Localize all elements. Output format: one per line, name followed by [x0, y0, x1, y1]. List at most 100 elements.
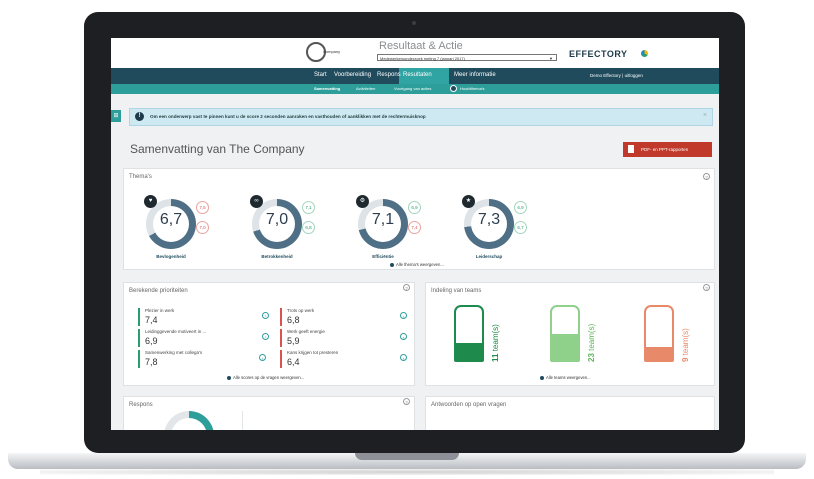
chevron-down-icon: ▼	[549, 56, 553, 61]
theme-gauge[interactable]: 6,7 ♥ 7,5 7,0 Bevlogenheid	[144, 195, 216, 261]
show-all-scores-link[interactable]: Alle scores op de vragen weergeven...	[227, 375, 304, 380]
pdf-icon	[628, 145, 634, 153]
team-label-text: 23 team(s)	[587, 324, 596, 362]
app-header: Company Resultaat & Actie Medewerkersond…	[111, 38, 719, 68]
theme-gauge[interactable]: 7,1 ⚙ 6,9 7,4 Efficiëntie	[356, 195, 428, 261]
gauge-label: Bevlogenheid	[156, 254, 186, 259]
leadership-icon: ★	[462, 195, 475, 208]
subnav-hoofdthemas[interactable]: Hoofdthema's	[460, 86, 485, 91]
priority-value: 6,8	[287, 315, 300, 325]
themes-title: Thema's	[129, 174, 152, 180]
show-all-teams-label: Alle teams weergeven...	[546, 375, 591, 380]
survey-select-value: Medewerkersonderzoek meting 7 (januari 2…	[380, 56, 465, 61]
team-group[interactable]: 9 team(s)	[644, 305, 704, 365]
gauge-score: 7,1	[371, 211, 395, 228]
app-title: Resultaat & Actie	[379, 40, 463, 52]
priority-bar	[280, 308, 282, 326]
priority-bar	[280, 329, 282, 347]
benchmark-badge: 7,4	[408, 221, 421, 234]
themes-panel: Thema's ? 6,7 ♥ 7,5 7,0 Bevlogenheid 7,0…	[123, 168, 715, 270]
laptop-notch	[355, 453, 459, 460]
priority-item[interactable]: Leidinggevende motiveert in ... 6,9 ♁	[138, 328, 269, 348]
respons-panel: Respons ?	[123, 396, 415, 430]
priority-value: 5,9	[287, 336, 300, 346]
info-alert: ! Om een onderwerp vast te pinnen kunt u…	[129, 108, 713, 126]
team-unit: team(s)	[587, 323, 596, 351]
benchmark-badge: 6,9	[408, 201, 421, 214]
theme-gauge[interactable]: 7,3 ★ 6,9 6,7 Leiderschap	[462, 195, 534, 261]
help-icon[interactable]: ?	[703, 173, 710, 180]
priorities-title: Berekende prioriteiten	[129, 288, 188, 294]
lightbulb-icon[interactable]: ♁	[262, 333, 269, 340]
benchmark-badge: 7,1	[302, 201, 315, 214]
show-all-scores-label: Alle scores op de vragen weergeven...	[233, 375, 305, 380]
team-jar-fill	[552, 333, 578, 360]
nav-item-meer-informatie[interactable]: Meer informatie	[454, 72, 496, 78]
team-jar	[550, 305, 580, 362]
lightbulb-icon[interactable]: ♁	[259, 354, 266, 361]
lightbulb-icon[interactable]: ♁	[400, 312, 407, 319]
priority-item[interactable]: Kans krijgen tot presteren 6,4	[280, 349, 400, 369]
hoofdthemas-icon	[450, 85, 457, 92]
priority-value: 6,9	[145, 336, 158, 346]
theme-gauge[interactable]: 7,0 ∞ 7,1 6,8 Betrokkenheid	[250, 195, 322, 261]
help-icon[interactable]: ?	[703, 284, 710, 291]
teams-panel: Indeling van teams ? 11 team(s) 23 team(…	[425, 282, 715, 386]
pdf-ppt-button[interactable]: PDF- en PPT-rapporten	[623, 142, 712, 157]
team-jar	[454, 305, 484, 362]
nav-item-voorbereiding[interactable]: Voorbereiding	[334, 72, 371, 78]
respons-title: Respons	[129, 402, 153, 408]
brand-mark-icon	[641, 50, 648, 57]
priority-item[interactable]: Samenwerking met collega's 7,8	[138, 349, 258, 369]
priority-label: Kans krijgen tot presteren	[287, 350, 339, 355]
priority-label: Trots op werk	[287, 308, 315, 313]
org-tree-button[interactable]: ⊞	[111, 110, 121, 122]
team-jar	[644, 305, 674, 362]
nav-item-resultaten[interactable]: Resultaten	[403, 72, 432, 78]
subnav-voortgang[interactable]: Voortgang van acties	[394, 86, 431, 91]
team-unit: team(s)	[491, 324, 500, 352]
team-count: 23	[587, 353, 596, 362]
benchmark-badge: 6,7	[514, 221, 527, 234]
nav-item-respons[interactable]: Respons	[377, 72, 401, 78]
main-nav: Start Voorbereiding Respons Resultaten M…	[111, 68, 719, 84]
page-title: Samenvatting van The Company	[130, 142, 305, 156]
benchmark-badge: 6,8	[302, 221, 315, 234]
team-label: 11 team(s)	[490, 308, 500, 362]
pdf-button-label: PDF- en PPT-rapporten	[641, 147, 689, 152]
priority-label: Plezier in werk	[145, 308, 175, 313]
team-label-text: 11 team(s)	[491, 324, 500, 362]
benchmark-badge: 7,5	[196, 201, 209, 214]
divider	[242, 411, 243, 430]
teams-title: Indeling van teams	[431, 288, 482, 294]
subnav-samenvatting[interactable]: Samenvatting	[314, 86, 340, 91]
team-group[interactable]: 23 team(s)	[550, 305, 610, 365]
priority-item[interactable]: Werk geeft energie 5,9	[280, 328, 400, 348]
team-jar-fill	[456, 342, 482, 360]
app-screen: Company Resultaat & Actie Medewerkersond…	[111, 38, 719, 430]
show-all-teams-link[interactable]: Alle teams weergeven...	[540, 375, 591, 380]
alert-text: Om een onderwerp vast te pinnen kunt u d…	[150, 114, 426, 119]
priority-label: Leidinggevende motiveert in ...	[145, 329, 207, 334]
help-icon[interactable]: ?	[403, 398, 410, 405]
lightbulb-icon[interactable]: ♁	[262, 312, 269, 319]
survey-select[interactable]: Medewerkersonderzoek meting 7 (januari 2…	[377, 54, 557, 61]
priority-item[interactable]: Trots op werk 6,8	[280, 307, 400, 327]
nav-item-start[interactable]: Start	[314, 72, 327, 78]
team-jar-fill	[646, 346, 672, 360]
lightbulb-icon[interactable]: ♁	[400, 333, 407, 340]
team-group[interactable]: 11 team(s)	[454, 305, 514, 365]
subnav-activiteiten[interactable]: Activiteiten	[356, 86, 375, 91]
lightbulb-icon[interactable]: ♁	[400, 354, 407, 361]
priority-value: 6,4	[287, 357, 300, 367]
camera-icon	[412, 21, 416, 25]
plus-icon	[390, 262, 394, 267]
user-menu[interactable]: Demo Effectory | uitloggen	[590, 73, 643, 78]
help-icon[interactable]: ?	[403, 284, 410, 291]
priority-item[interactable]: Plezier in werk 7,4 ♁	[138, 307, 269, 327]
plus-icon	[227, 375, 231, 380]
close-icon[interactable]: ×	[703, 112, 707, 119]
gear-icon: ⚙	[356, 195, 369, 208]
show-all-themes-link[interactable]: Alle thema's weergeven...	[390, 262, 444, 267]
open-answers-title: Antwoorden op open vragen	[431, 402, 507, 408]
